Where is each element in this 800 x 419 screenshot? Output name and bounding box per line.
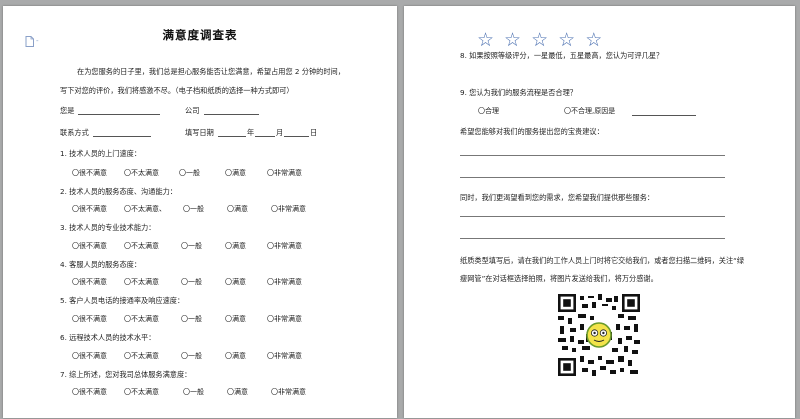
q5-option-satisfied[interactable]: 〇满意 — [225, 315, 246, 324]
needs-line-2[interactable] — [460, 238, 725, 239]
q2-option-neutral[interactable]: 〇一般 — [183, 205, 204, 214]
q3-option-very-dissatisfied[interactable]: 〇很不满意 — [72, 242, 107, 251]
day-label: 日 — [310, 128, 318, 137]
q4-option-dissatisfied[interactable]: 〇不太满意 — [124, 278, 159, 287]
star-rating: ☆ ☆ ☆ ☆ ☆ — [477, 30, 612, 50]
star-icon[interactable]: ☆ — [531, 30, 548, 50]
q2-option-satisfied[interactable]: 〇满意 — [227, 205, 248, 214]
suggestion-label: 希望您能够对我们的服务提出您的宝贵建议： — [460, 127, 604, 136]
q9-option-unreasonable[interactable]: 〇不合理,原因是 — [564, 107, 615, 116]
q3-option-neutral[interactable]: 〇一般 — [181, 242, 202, 251]
q1-option-very-satisfied[interactable]: 〇非常满意 — [267, 169, 302, 178]
q6-option-neutral[interactable]: 〇一般 — [181, 352, 202, 361]
q6-option-satisfied[interactable]: 〇满意 — [225, 352, 246, 361]
name-label: 您是 — [60, 106, 75, 115]
q1-option-neutral[interactable]: 〇一般 — [179, 169, 200, 178]
q7-option-very-satisfied[interactable]: 〇非常满意 — [271, 388, 306, 397]
question-5-label: 5. 客户人员电话的接通率及响应速度： — [60, 296, 185, 305]
question-3-label: 3. 技术人员的专业技术能力： — [60, 223, 156, 232]
company-label: 公司 — [185, 106, 200, 115]
q3-option-very-satisfied[interactable]: 〇非常满意 — [267, 242, 302, 251]
question-7-label: 7. 综上所述，您对我司总体服务满意度： — [60, 370, 192, 379]
q4-option-neutral[interactable]: 〇一般 — [181, 278, 202, 287]
q4-option-very-satisfied[interactable]: 〇非常满意 — [267, 278, 302, 287]
q5-option-very-satisfied[interactable]: 〇非常满意 — [267, 315, 302, 324]
suggestion-line-2[interactable] — [460, 177, 725, 178]
footer-text-1: 纸质类型填写后，请在我们的工作人员上门时将它交给我们，或者您扫描二维码，关注“绿 — [460, 256, 745, 265]
q2-option-dissatisfied[interactable]: 〇不太满意、 — [124, 205, 166, 214]
contact-field[interactable] — [93, 136, 151, 137]
month-field[interactable] — [255, 136, 275, 137]
suggestion-line-1[interactable] — [460, 155, 725, 156]
q1-option-very-dissatisfied[interactable]: 〇很不满意 — [72, 169, 107, 178]
qr-code — [558, 294, 640, 376]
footer-text-2: 瘦网管”在对话框选择拍照，将图片发送给我们，将万分感谢。 — [460, 274, 658, 283]
document-page-2: ☆ ☆ ☆ ☆ ☆ 8. 如果按照等级评分，一星最低，五星最高，您认为可评几星？ 9. … — [404, 6, 795, 418]
star-icon[interactable]: ☆ — [558, 30, 575, 50]
q9-option-reasonable[interactable]: 〇合理 — [478, 107, 499, 116]
question-6-label: 6. 远程技术人员的技术水平： — [60, 333, 156, 342]
name-field[interactable] — [78, 114, 160, 115]
q5-option-neutral[interactable]: 〇一般 — [181, 315, 202, 324]
q4-option-satisfied[interactable]: 〇满意 — [225, 278, 246, 287]
month-label: 月 — [276, 128, 284, 137]
q2-option-very-dissatisfied[interactable]: 〇很不满意 — [72, 205, 107, 214]
question-2-label: 2. 技术人员的服务态度、沟通能力： — [60, 187, 177, 196]
question-4-label: 4. 客服人员的服务态度： — [60, 260, 142, 269]
q4-option-very-dissatisfied[interactable]: 〇很不满意 — [72, 278, 107, 287]
q7-option-satisfied[interactable]: 〇满意 — [227, 388, 248, 397]
year-label: 年 — [247, 128, 255, 137]
q6-option-very-satisfied[interactable]: 〇非常满意 — [267, 352, 302, 361]
star-icon[interactable]: ☆ — [585, 30, 602, 50]
question-9-label: 9. 您认为我们的服务流程是否合理？ — [460, 88, 577, 97]
date-label: 填写日期 — [185, 128, 214, 137]
intro-text-2: 写下对您的评价，我们将感激不尽。（电子档和纸质的选择一种方式即可） — [60, 86, 294, 95]
q5-option-very-dissatisfied[interactable]: 〇很不满意 — [72, 315, 107, 324]
q6-option-very-dissatisfied[interactable]: 〇很不满意 — [72, 352, 107, 361]
question-8-label: 8. 如果按照等级评分，一星最低，五星最高，您认为可评几星？ — [460, 51, 664, 60]
q5-option-dissatisfied[interactable]: 〇不太满意 — [124, 315, 159, 324]
q7-option-very-dissatisfied[interactable]: 〇很不满意 — [72, 388, 107, 397]
question-1-label: 1. 技术人员的上门速度： — [60, 149, 142, 158]
q3-option-dissatisfied[interactable]: 〇不太满意 — [124, 242, 159, 251]
q7-option-neutral[interactable]: 〇一般 — [183, 388, 204, 397]
q2-option-very-satisfied[interactable]: 〇非常满意 — [271, 205, 306, 214]
star-icon[interactable]: ☆ — [477, 30, 494, 50]
needs-line-1[interactable] — [460, 216, 725, 217]
q7-option-dissatisfied[interactable]: 〇不太满意 — [124, 388, 159, 397]
q1-option-satisfied[interactable]: 〇满意 — [225, 169, 246, 178]
day-field[interactable] — [284, 136, 309, 137]
q3-option-satisfied[interactable]: 〇满意 — [225, 242, 246, 251]
contact-label: 联系方式 — [60, 128, 89, 137]
intro-text-1: 在为您服务的日子里，我们总是担心服务能否让您满意，希望占用您 2 分钟的时间， — [77, 67, 345, 76]
needs-label: 同时，我们更渴望看到您的需求，您希望我们提供那些服务： — [460, 193, 655, 202]
document-page-1: - 满意度调查表 在为您服务的日子里，我们总是担心服务能否让您满意，希望占用您 … — [3, 6, 397, 418]
q6-option-dissatisfied[interactable]: 〇不太满意 — [124, 352, 159, 361]
star-icon[interactable]: ☆ — [504, 30, 521, 50]
company-field[interactable] — [204, 114, 259, 115]
page-title: 满意度调查表 — [162, 28, 238, 42]
q9-reason-field[interactable] — [632, 115, 696, 116]
year-field[interactable] — [218, 136, 246, 137]
q1-option-dissatisfied[interactable]: 〇不太满意 — [124, 169, 159, 178]
